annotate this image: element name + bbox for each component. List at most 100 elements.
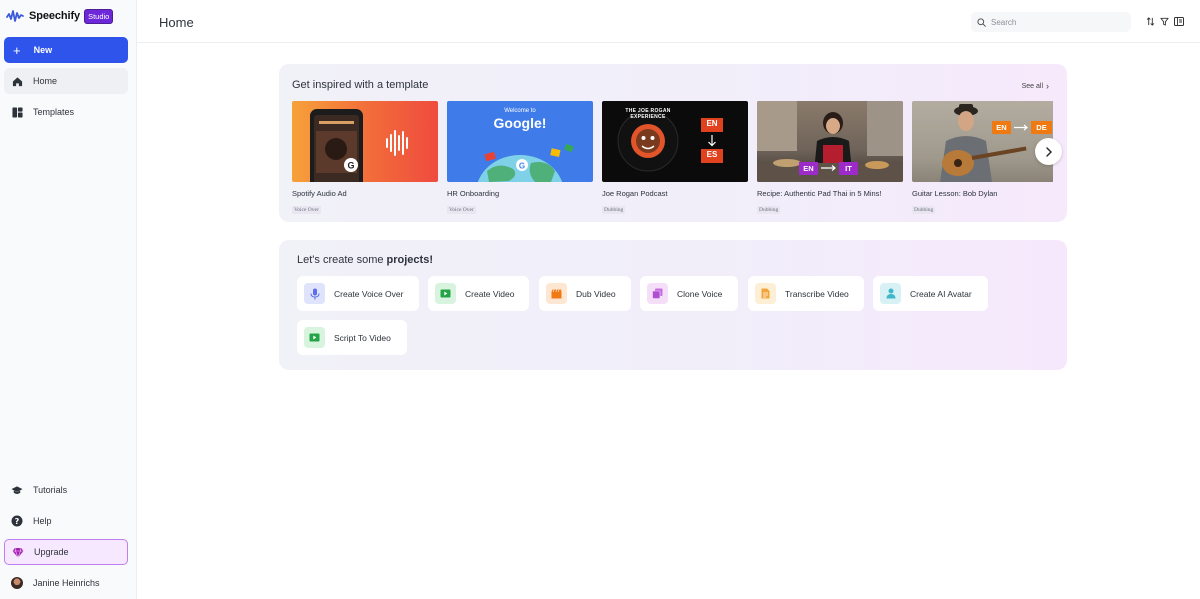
document-icon [755, 283, 776, 304]
template-cards: G Spotify Audio Ad Voice Over G Welcome … [292, 101, 1053, 216]
template-card-joe-rogan[interactable]: THE JOE ROGAN EXPERIENCE EN ES Joe Rogan… [602, 101, 748, 216]
gem-icon [12, 546, 24, 558]
template-tag: Voice Over [447, 206, 476, 214]
help-circle-icon: ? [11, 515, 23, 527]
waveform-logo-icon [6, 10, 24, 22]
app-name: Speechify [29, 10, 81, 22]
sidebar-item-templates[interactable]: Templates [4, 99, 128, 125]
section-title: Get inspired with a template [292, 79, 429, 91]
lang-from-badge: EN [803, 164, 814, 173]
play-video-icon [304, 327, 325, 348]
sidebar-item-label: Help [33, 516, 52, 526]
sidebar-item-label: Templates [33, 107, 75, 117]
lang-to-badge: DE [1036, 123, 1047, 132]
template-title: HR Onboarding [447, 189, 500, 198]
transcribe-video-button[interactable]: Transcribe Video [748, 276, 864, 311]
search-input[interactable] [991, 17, 1121, 27]
template-title: Joe Rogan Podcast [602, 189, 668, 198]
templates-icon [11, 106, 23, 118]
search-box[interactable] [971, 12, 1131, 32]
lang-from-badge: EN [706, 119, 718, 128]
speechify-logo[interactable]: Speechify Studio [6, 8, 114, 24]
avatar [11, 577, 23, 589]
page-title: Home [159, 15, 194, 30]
svg-text:G: G [347, 161, 354, 171]
clapperboard-icon [546, 283, 567, 304]
header: Home [137, 0, 1200, 43]
template-title: Spotify Audio Ad [292, 189, 347, 198]
phone-soundwave-icon: G [310, 109, 408, 182]
welcome-text: Welcome to [504, 108, 536, 114]
svg-text:G: G [519, 162, 525, 171]
graduation-cap-icon [11, 484, 23, 496]
template-title: Recipe: Authentic Pad Thai in 5 Mins! [757, 189, 882, 198]
user-name: Janine Heinrichs [33, 578, 100, 588]
create-video-button[interactable]: Create Video [428, 276, 529, 311]
template-card-hr-onboarding[interactable]: G Welcome to Google! HR Onboarding Voice… [447, 101, 593, 216]
button-label: Create Voice Over [334, 288, 404, 299]
user-profile[interactable]: Janine Heinrichs [4, 570, 128, 596]
person-icon [880, 283, 901, 304]
script-to-video-button[interactable]: Script To Video [297, 320, 407, 355]
template-card-spotify[interactable]: G Spotify Audio Ad Voice Over [292, 101, 438, 216]
title-bold: projects! [386, 254, 433, 266]
microphone-icon [304, 283, 325, 304]
button-label: Create AI Avatar [910, 288, 972, 299]
template-tag: Voice Over [292, 206, 321, 214]
sidebar: Speechify Studio + New Home Templates Tu… [0, 0, 137, 599]
sidebar-item-label: Home [33, 76, 58, 86]
new-button[interactable]: + New [4, 37, 128, 63]
lang-to-badge: ES [706, 150, 718, 159]
template-title: Guitar Lesson: Bob Dylan [912, 189, 998, 198]
chevron-right-icon: › [1046, 81, 1049, 91]
template-thumbnail: G [292, 101, 438, 182]
template-tag: Dubbing [757, 206, 781, 214]
see-all-label: See all [1021, 82, 1043, 90]
list-view-icon[interactable] [1174, 16, 1184, 26]
template-card-guitar-lesson[interactable]: EN DE Guitar Lesson: Bob Dylan Dubbing [912, 101, 1053, 216]
see-all-link[interactable]: See all › [1022, 81, 1049, 91]
home-icon [11, 75, 23, 87]
sidebar-item-help[interactable]: ? Help [4, 508, 128, 534]
template-thumbnail: EN DE [912, 101, 1053, 182]
sort-icon[interactable] [1145, 16, 1155, 26]
sidebar-item-home[interactable]: Home [4, 68, 128, 94]
lang-from-badge: EN [996, 123, 1007, 132]
sidebar-item-tutorials[interactable]: Tutorials [4, 477, 128, 503]
filter-icon[interactable] [1159, 16, 1169, 26]
lang-to-badge: IT [845, 164, 852, 173]
title-prefix: Let's create some [297, 254, 387, 266]
sidebar-item-upgrade[interactable]: Upgrade [4, 539, 128, 565]
chevron-right-icon [1045, 146, 1052, 157]
carousel-next-button[interactable] [1035, 138, 1062, 165]
sidebar-item-label: Upgrade [34, 547, 69, 557]
template-thumbnail: G Welcome to Google! [447, 101, 593, 182]
template-card-pad-thai[interactable]: EN IT Recipe: Authentic Pad Thai in 5 Mi… [757, 101, 903, 216]
button-label: Transcribe Video [785, 288, 849, 299]
svg-text:?: ? [15, 517, 20, 526]
plus-icon: + [13, 42, 21, 58]
sidebar-item-label: Tutorials [33, 485, 68, 495]
google-text: Google! [493, 115, 547, 131]
button-label: Script To Video [334, 332, 391, 343]
studio-badge: Studio [84, 8, 114, 24]
button-label: Clone Voice [677, 288, 723, 299]
dub-video-button[interactable]: Dub Video [539, 276, 631, 311]
search-icon [977, 17, 986, 27]
template-tag: Dubbing [602, 206, 626, 214]
template-thumbnail: THE JOE ROGAN EXPERIENCE EN ES [602, 101, 748, 182]
button-label: Create Video [465, 288, 515, 299]
template-carousel-section: Get inspired with a template See all › G [279, 64, 1067, 222]
new-button-label: New [33, 45, 53, 55]
clone-voice-button[interactable]: Clone Voice [640, 276, 738, 311]
create-projects-section: Let's create some projects! Create Voice… [279, 240, 1067, 370]
create-ai-avatar-button[interactable]: Create AI Avatar [873, 276, 988, 311]
template-thumbnail: EN IT [757, 101, 903, 182]
cooking-scene-illustration [757, 101, 903, 182]
section-title: Let's create some projects! [297, 254, 433, 266]
template-tag: Dubbing [912, 206, 936, 214]
podcast-name-text: THE JOE ROGAN EXPERIENCE [625, 108, 671, 120]
guitar-scene-illustration [912, 101, 1053, 182]
play-video-icon [435, 283, 456, 304]
create-voice-over-button[interactable]: Create Voice Over [297, 276, 419, 311]
